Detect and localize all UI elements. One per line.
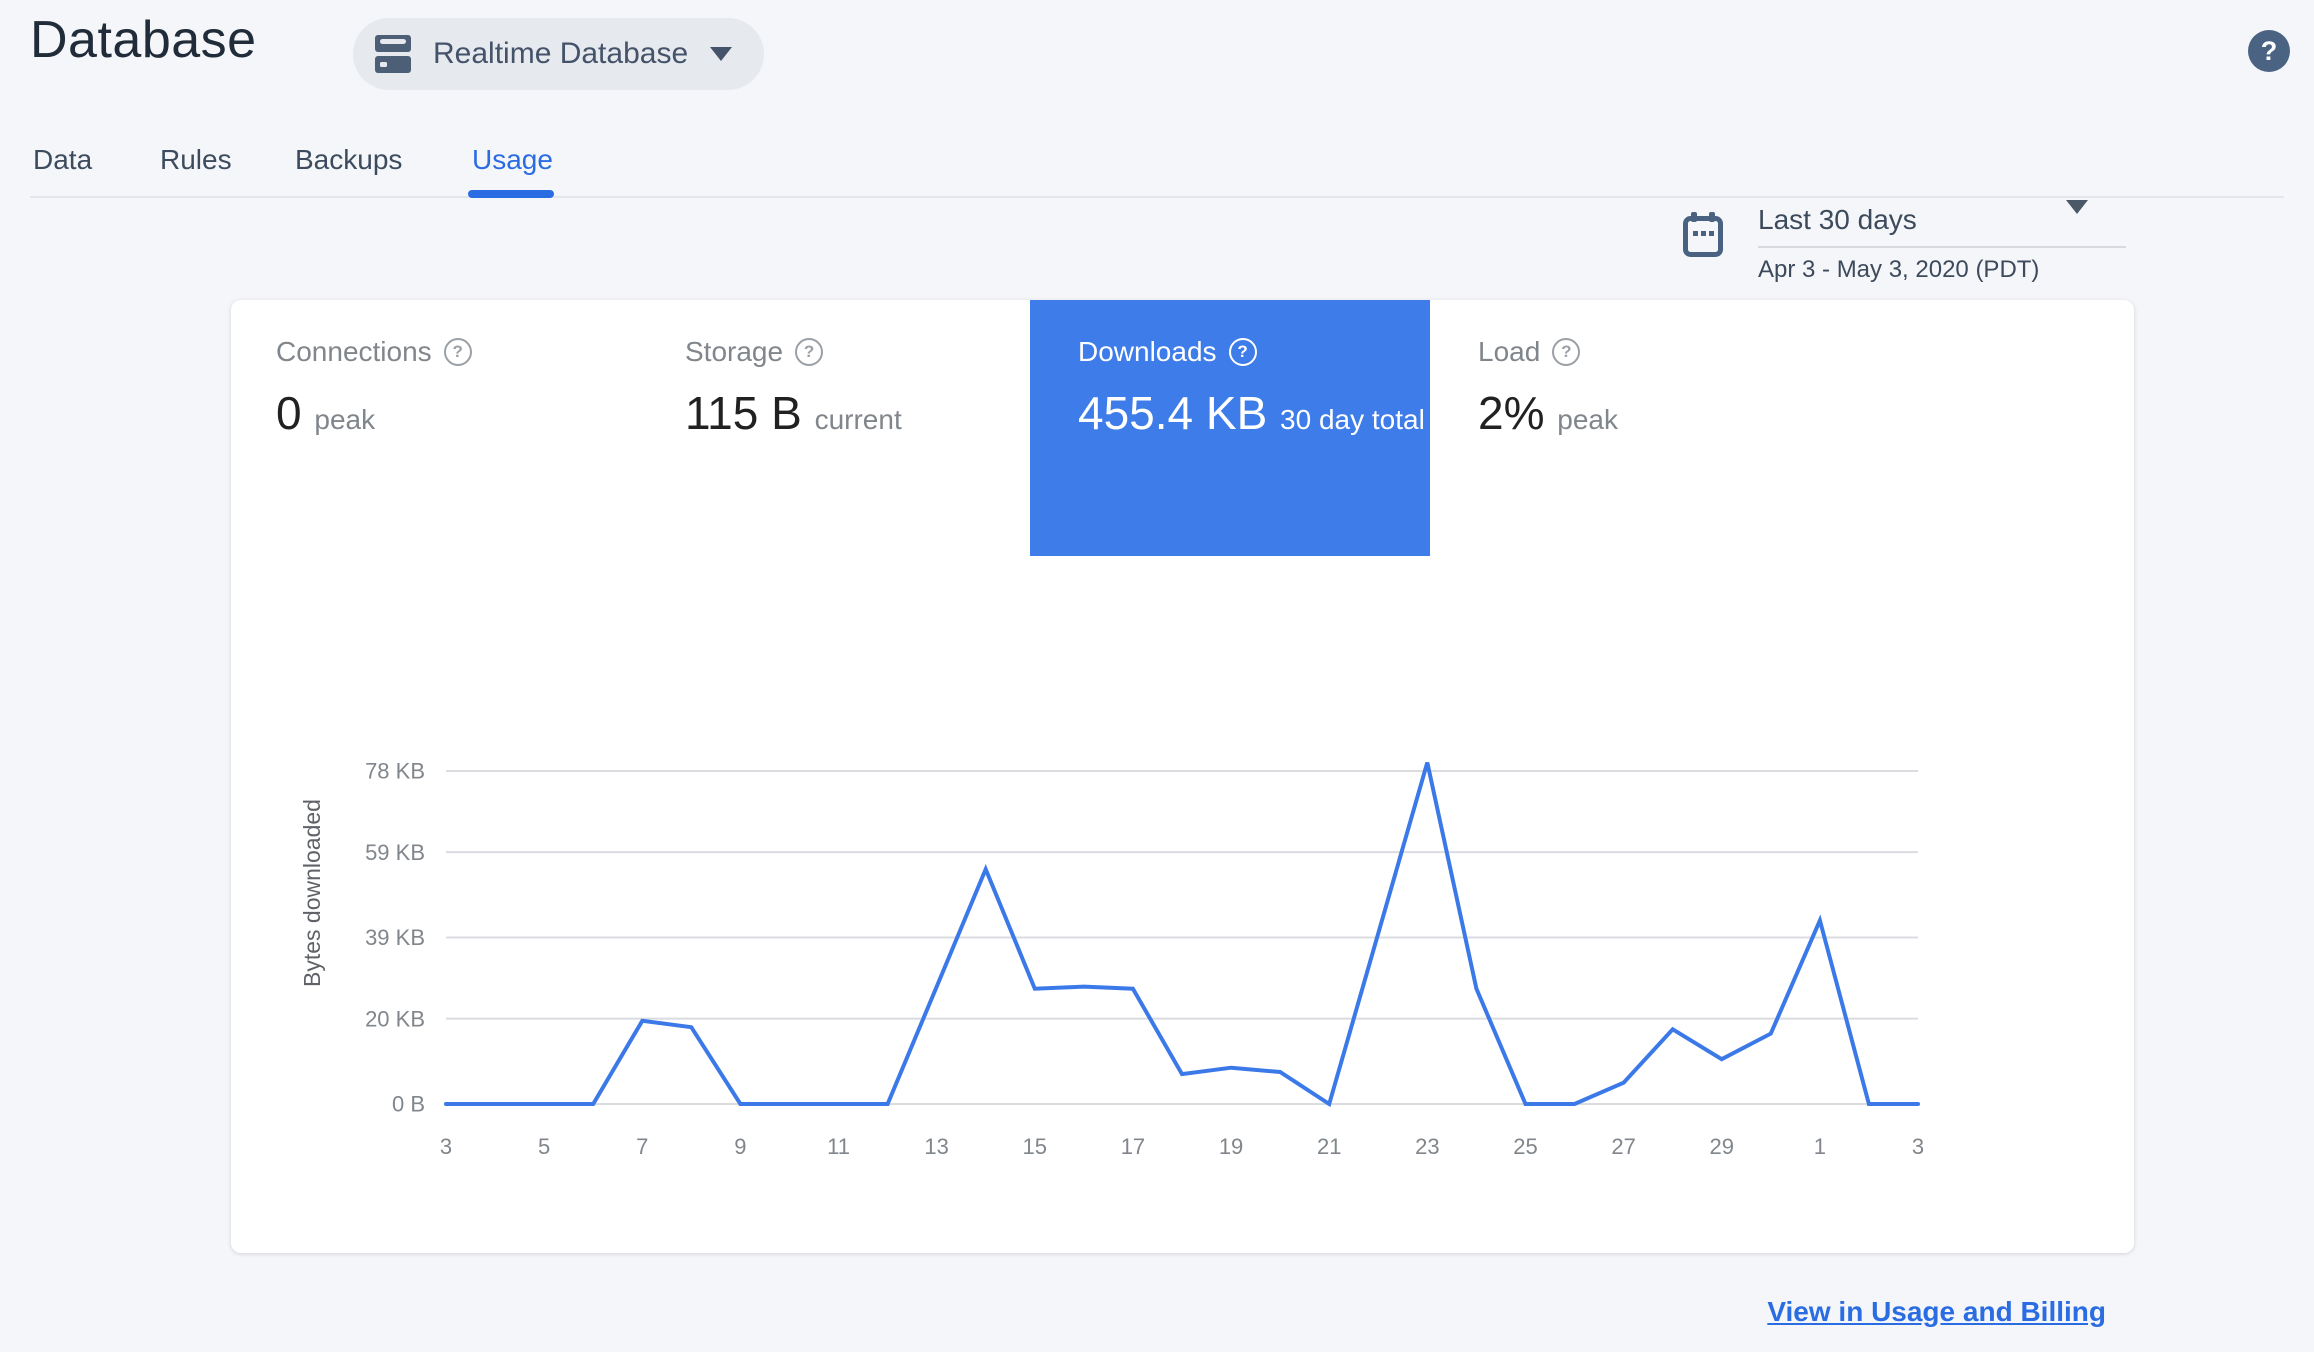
metric-value: 0 peak [276, 387, 376, 439]
metric-storage[interactable]: Storage ? 115 B current [685, 336, 902, 440]
svg-text:7: 7 [636, 1134, 648, 1159]
metric-downloads[interactable]: Downloads ? 455.4 KB 30 day total [1078, 336, 1425, 440]
svg-text:0 B: 0 B [392, 1092, 425, 1117]
bottom-strip [0, 1352, 2314, 1366]
date-range-dates: Apr 3 - May 3, 2020 (PDT) [1758, 256, 2040, 283]
question-mark-icon: ? [2260, 35, 2278, 66]
svg-text:5: 5 [538, 1134, 550, 1159]
instance-selector[interactable]: Realtime Database [353, 18, 765, 90]
help-icon[interactable]: ? [1228, 338, 1257, 366]
downloads-line-chart: 0 B 20 KB 39 KB 59 KB 78 KB 3 5 7 9 11 13 15 17 19 21 2… [340, 750, 1980, 1175]
view-usage-billing-link[interactable]: View in Usage and Billing [1767, 1296, 2106, 1328]
metric-value: 2% peak [1478, 387, 1618, 439]
date-range-caret-icon[interactable] [2066, 200, 2088, 232]
svg-text:3: 3 [440, 1134, 452, 1159]
metric-label: Connections [276, 336, 432, 367]
svg-text:9: 9 [734, 1134, 746, 1159]
metric-value: 115 B current [685, 387, 902, 439]
metric-label: Downloads [1078, 336, 1217, 367]
help-icon[interactable]: ? [443, 338, 472, 366]
help-button[interactable]: ? [2248, 30, 2290, 72]
metric-load[interactable]: Load ? 2% peak [1478, 336, 1618, 440]
database-icon [375, 35, 411, 73]
active-tab-indicator [468, 190, 554, 198]
svg-text:11: 11 [827, 1134, 850, 1159]
svg-text:13: 13 [924, 1134, 948, 1159]
help-icon[interactable]: ? [1552, 338, 1581, 366]
svg-text:78 KB: 78 KB [365, 759, 425, 784]
tab-usage[interactable]: Usage [472, 144, 553, 176]
svg-text:17: 17 [1121, 1134, 1145, 1159]
metric-label: Storage [685, 336, 784, 367]
svg-text:59 KB: 59 KB [365, 840, 425, 865]
svg-text:19: 19 [1219, 1134, 1243, 1159]
date-range-preset[interactable]: Last 30 days [1758, 204, 1917, 236]
svg-text:23: 23 [1415, 1134, 1439, 1159]
svg-text:20 KB: 20 KB [365, 1006, 425, 1031]
svg-text:15: 15 [1023, 1134, 1047, 1159]
svg-text:27: 27 [1611, 1134, 1635, 1159]
tabs-divider [30, 196, 2284, 198]
svg-text:25: 25 [1513, 1134, 1537, 1159]
metric-label: Load [1478, 336, 1541, 367]
svg-text:21: 21 [1317, 1134, 1341, 1159]
svg-text:39 KB: 39 KB [365, 925, 425, 950]
tab-backups[interactable]: Backups [295, 144, 402, 176]
svg-text:1: 1 [1814, 1134, 1826, 1159]
calendar-icon [1683, 212, 1723, 263]
page-title: Database [30, 11, 257, 69]
metric-value: 455.4 KB 30 day total [1078, 387, 1425, 439]
help-icon[interactable]: ? [795, 338, 824, 366]
chevron-down-icon [710, 47, 733, 61]
tab-data[interactable]: Data [33, 144, 92, 176]
svg-text:3: 3 [1912, 1134, 1924, 1159]
svg-text:29: 29 [1709, 1134, 1733, 1159]
instance-selector-label: Realtime Database [433, 37, 689, 70]
tab-rules[interactable]: Rules [160, 144, 232, 176]
date-range-underline [1758, 246, 2126, 248]
metric-connections[interactable]: Connections ? 0 peak [276, 336, 472, 440]
